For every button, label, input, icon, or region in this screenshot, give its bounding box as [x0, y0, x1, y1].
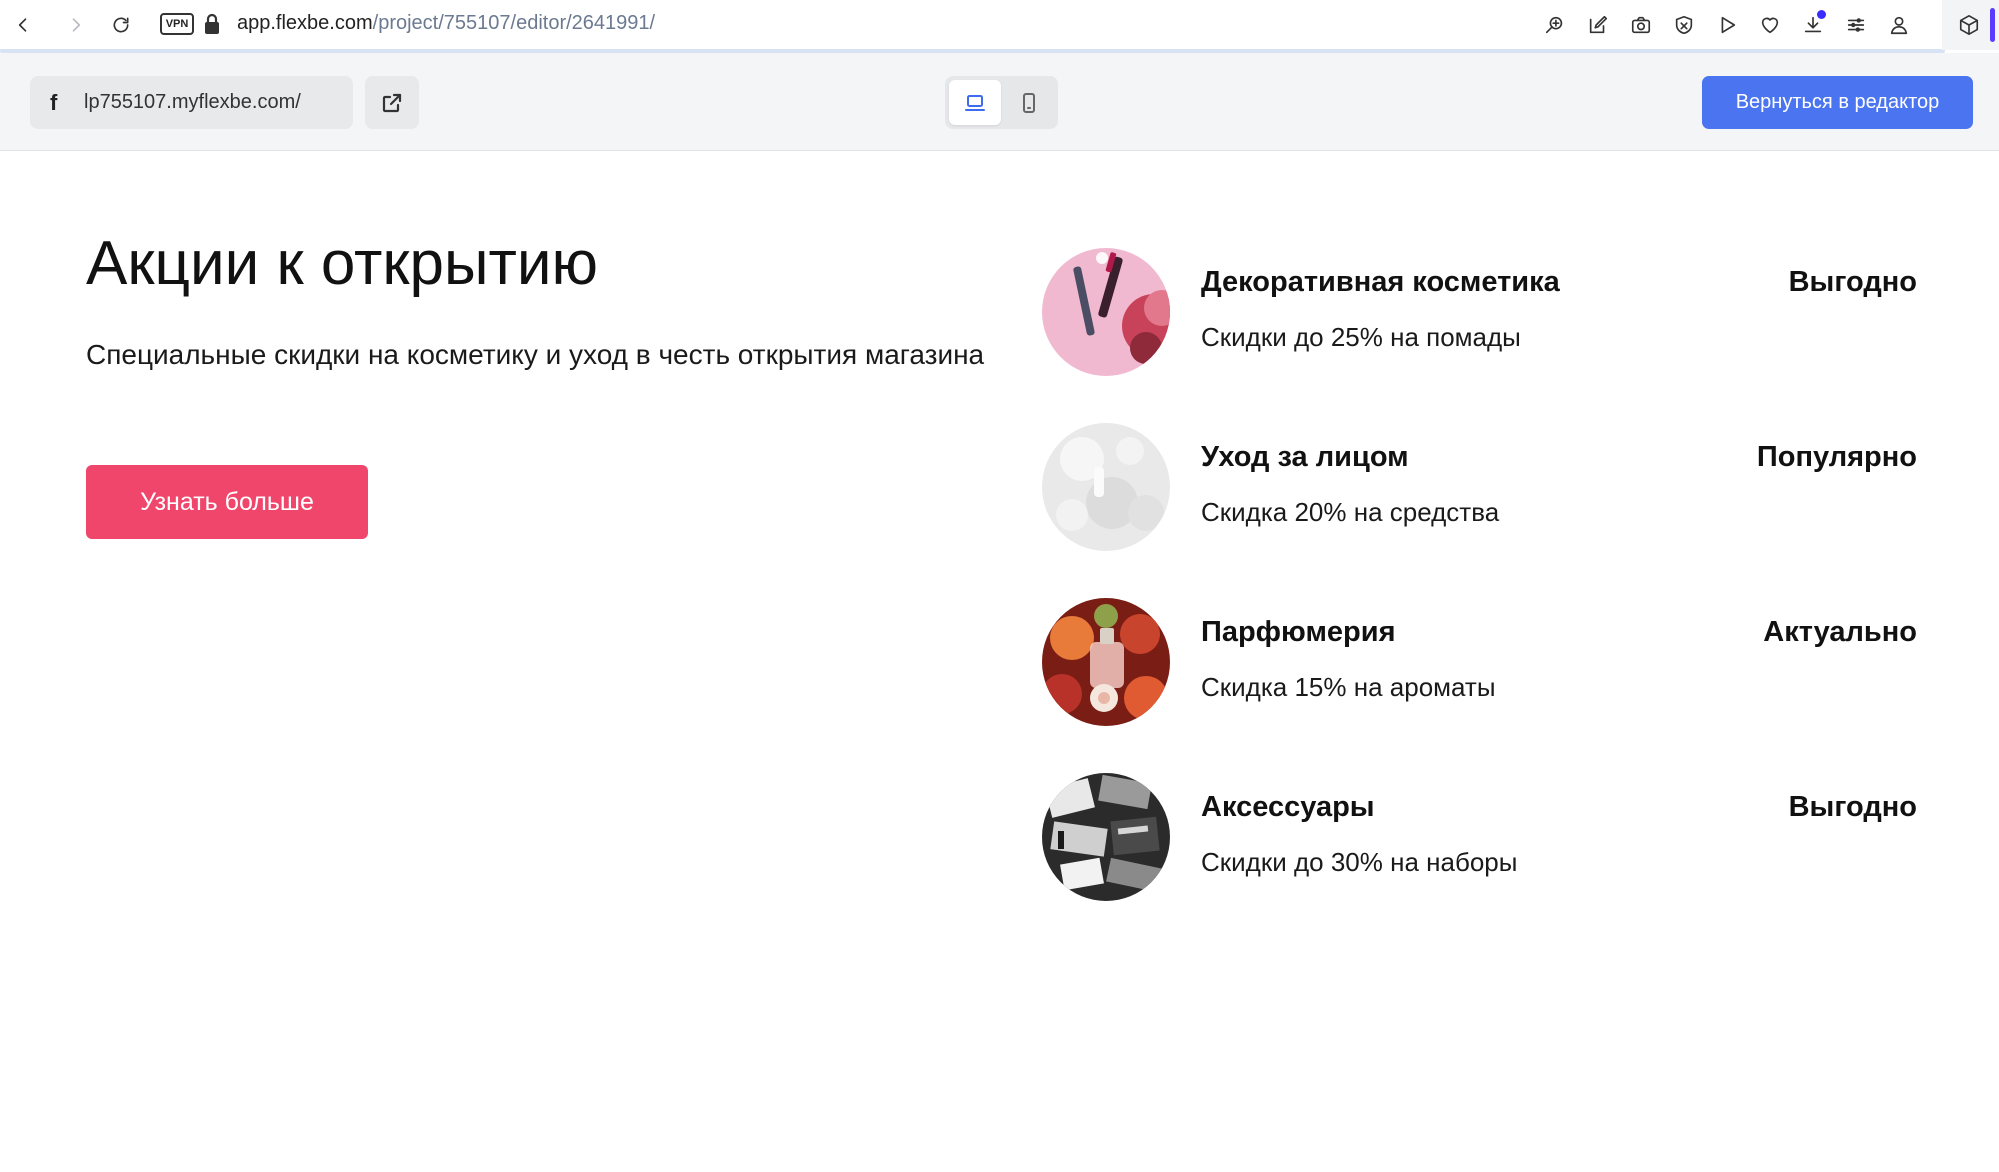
- mobile-view-button[interactable]: [1003, 80, 1055, 125]
- offer-tag: Актуально: [1763, 616, 1917, 648]
- offer-description: Скидки до 25% на помады: [1201, 322, 1521, 352]
- lock-icon: [205, 13, 219, 34]
- extension-panel[interactable]: [1942, 0, 1999, 50]
- url-host: app.flexbe.com: [237, 12, 373, 34]
- offer-item: Уход за лицом Популярно Скидка 20% на ср…: [1042, 423, 1917, 551]
- offer-item: Парфюмерия Актуально Скидка 15% на арома…: [1042, 598, 1917, 726]
- camera-icon[interactable]: [1626, 10, 1656, 40]
- offer-tag: Выгодно: [1788, 266, 1917, 298]
- shield-icon[interactable]: [1669, 10, 1699, 40]
- site-domain-chip[interactable]: f lp755107.myflexbe.com/: [30, 76, 353, 129]
- sidebar-accent: [1990, 8, 1995, 42]
- desktop-view-button[interactable]: [949, 80, 1001, 125]
- learn-more-button[interactable]: Узнать больше: [86, 465, 368, 539]
- download-notification-dot: [1817, 10, 1826, 19]
- address-bar[interactable]: app.flexbe.com/project/755107/editor/264…: [237, 12, 655, 35]
- offer-tag: Популярно: [1756, 441, 1917, 473]
- offer-name: Уход за лицом: [1201, 441, 1409, 473]
- site-domain: lp755107.myflexbe.com/: [84, 91, 301, 113]
- page-subtitle: Специальные скидки на косметику и уход в…: [86, 339, 985, 370]
- heart-icon[interactable]: [1755, 10, 1785, 40]
- laptop-icon: [965, 94, 985, 111]
- device-switcher: [945, 76, 1058, 129]
- edit-icon[interactable]: [1583, 10, 1613, 40]
- download-icon[interactable]: [1798, 10, 1828, 40]
- zoom-icon[interactable]: [1540, 10, 1570, 40]
- settings-sliders-icon[interactable]: [1841, 10, 1871, 40]
- offer-name: Аксессуары: [1201, 791, 1375, 823]
- page-title: Акции к открытию: [86, 229, 599, 298]
- offer-item: Декоративная косметика Выгодно Скидки до…: [1042, 248, 1917, 376]
- forward-icon[interactable]: [63, 12, 89, 38]
- reload-icon[interactable]: [108, 12, 134, 38]
- browser-extensions: [1540, 10, 1914, 40]
- offer-description: Скидка 20% на средства: [1201, 497, 1500, 527]
- offer-image-white-cosmetics: [1042, 423, 1170, 551]
- flexbe-logo-icon: f: [50, 89, 58, 115]
- offer-item: Аксессуары Выгодно Скидки до 30% на набо…: [1042, 773, 1917, 901]
- profile-icon[interactable]: [1884, 10, 1914, 40]
- browser-toolbar: VPN app.flexbe.com/project/755107/editor…: [0, 0, 1999, 53]
- offer-image-makeup-palettes: [1042, 773, 1170, 901]
- offer-name: Парфюмерия: [1201, 616, 1396, 648]
- vpn-badge[interactable]: VPN: [160, 13, 194, 35]
- phone-icon: [1023, 92, 1035, 113]
- external-link-icon: [382, 93, 402, 112]
- offer-tag: Выгодно: [1788, 791, 1917, 823]
- offer-description: Скидки до 30% на наборы: [1201, 847, 1518, 877]
- play-icon[interactable]: [1712, 10, 1742, 40]
- offer-image-perfume-flowers: [1042, 598, 1170, 726]
- offer-image-lipsticks: [1042, 248, 1170, 376]
- open-site-button[interactable]: [365, 76, 419, 129]
- preview-toolbar: f lp755107.myflexbe.com/ Вернуться в ред…: [0, 53, 1999, 151]
- url-path: /project/755107/editor/2641991/: [372, 12, 656, 34]
- cube-icon[interactable]: [1958, 14, 1980, 36]
- offer-name: Декоративная косметика: [1201, 266, 1560, 298]
- back-to-editor-button[interactable]: Вернуться в редактор: [1702, 76, 1973, 129]
- offer-description: Скидка 15% на ароматы: [1201, 672, 1496, 702]
- back-icon[interactable]: [10, 12, 36, 38]
